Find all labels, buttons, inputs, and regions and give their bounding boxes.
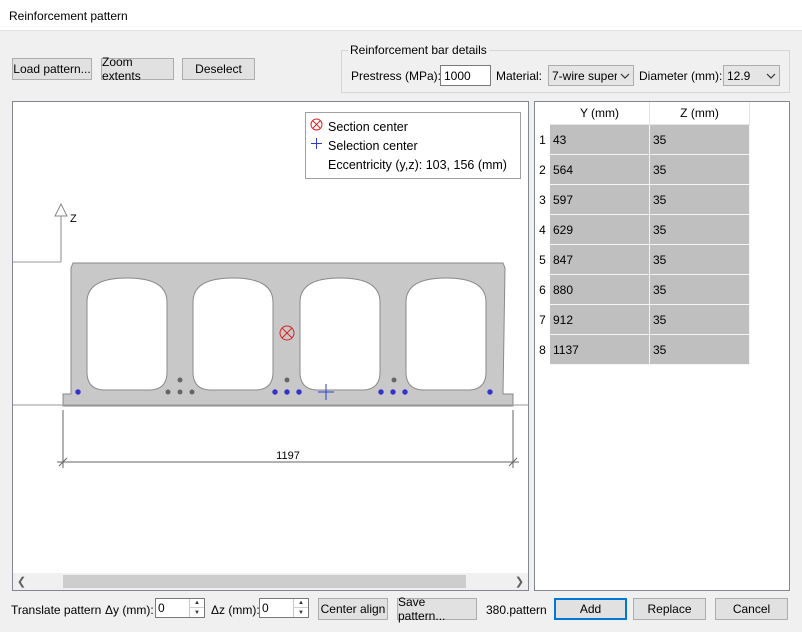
dz-spinner[interactable]: 0 ▲ ▼ bbox=[259, 598, 309, 618]
coordinates-grid[interactable]: Y (mm) Z (mm) 1 43 35 2 564 35 3 597 35 … bbox=[534, 101, 790, 591]
prestress-input[interactable] bbox=[440, 65, 491, 86]
legend-selection-center-label: Selection center bbox=[328, 139, 418, 153]
bar-8 bbox=[487, 389, 493, 395]
column-header-y[interactable]: Y (mm) bbox=[550, 102, 650, 125]
bar-2 bbox=[272, 389, 278, 395]
bar-6 bbox=[390, 389, 396, 395]
row-header[interactable]: 8 bbox=[535, 335, 550, 365]
spin-down-icon[interactable]: ▼ bbox=[190, 608, 204, 617]
diameter-label: Diameter (mm): bbox=[639, 69, 723, 83]
table-cell-z[interactable]: 35 bbox=[650, 215, 750, 245]
save-pattern-button[interactable]: Save pattern... bbox=[397, 595, 477, 623]
row-header[interactable]: 7 bbox=[535, 305, 550, 335]
table-cell-y[interactable]: 880 bbox=[550, 275, 650, 305]
table-cell-y[interactable]: 564 bbox=[550, 155, 650, 185]
spin-up-icon[interactable]: ▲ bbox=[294, 599, 308, 608]
pattern-filename: 380.pattern bbox=[486, 603, 547, 617]
table-cell-z[interactable]: 35 bbox=[650, 245, 750, 275]
section-canvas[interactable]: Z 1197 Section center Selection center E… bbox=[12, 101, 529, 591]
void-4 bbox=[405, 277, 487, 391]
dimension-label: 1197 bbox=[276, 450, 300, 462]
table-cell-z[interactable]: 35 bbox=[650, 125, 750, 155]
bar-7 bbox=[402, 389, 408, 395]
row-header[interactable]: 5 bbox=[535, 245, 550, 275]
window-title: Reinforcement pattern bbox=[9, 9, 128, 23]
prestress-label: Prestress (MPa): bbox=[351, 69, 442, 83]
table-cell-z[interactable]: 35 bbox=[650, 155, 750, 185]
diameter-value: 12.9 bbox=[727, 68, 751, 83]
bar-4 bbox=[296, 389, 302, 395]
dy-label: Δy (mm): bbox=[105, 603, 154, 617]
cancel-button[interactable]: Cancel bbox=[715, 598, 788, 620]
row-header[interactable]: 3 bbox=[535, 185, 550, 215]
center-align-button[interactable]: Center align bbox=[318, 598, 388, 620]
legend-eccentricity: Eccentricity (y,z): 103, 156 (mm) bbox=[328, 158, 507, 172]
table-cell-y[interactable]: 43 bbox=[550, 125, 650, 155]
dy-spinner[interactable]: 0 ▲ ▼ bbox=[155, 598, 205, 618]
replace-button[interactable]: Replace bbox=[633, 598, 706, 620]
load-pattern-button[interactable]: Load pattern... bbox=[12, 58, 92, 80]
bar-5 bbox=[378, 389, 384, 395]
z-axis-label: Z bbox=[70, 213, 77, 225]
legend: Section center Selection center Eccentri… bbox=[305, 112, 521, 179]
deselect-button[interactable]: Deselect bbox=[182, 58, 255, 80]
material-value: 7-wire super bbox=[552, 68, 617, 83]
row-header[interactable]: 2 bbox=[535, 155, 550, 185]
table-cell-y[interactable]: 597 bbox=[550, 185, 650, 215]
translate-pattern-label: Translate pattern bbox=[11, 603, 102, 617]
spin-down-icon[interactable]: ▼ bbox=[294, 608, 308, 617]
section-center-icon bbox=[310, 118, 324, 134]
scroll-thumb[interactable] bbox=[63, 575, 466, 588]
void-3 bbox=[299, 277, 381, 391]
table-cell-y[interactable]: 629 bbox=[550, 215, 650, 245]
row-header[interactable]: 1 bbox=[535, 125, 550, 155]
row-header[interactable]: 4 bbox=[535, 215, 550, 245]
material-label: Material: bbox=[496, 69, 543, 83]
table-cell-y[interactable]: 1137 bbox=[550, 335, 650, 365]
zoom-extents-button[interactable]: Zoom extents bbox=[101, 55, 174, 83]
table-cell-z[interactable]: 35 bbox=[650, 185, 750, 215]
table-cell-z[interactable]: 35 bbox=[650, 305, 750, 335]
dz-label: Δz (mm): bbox=[211, 603, 260, 617]
table-cell-z[interactable]: 35 bbox=[650, 275, 750, 305]
void-1 bbox=[86, 277, 168, 391]
bar-3 bbox=[284, 389, 290, 395]
dy-spinner-buttons[interactable]: ▲ ▼ bbox=[189, 599, 204, 617]
legend-section-center-label: Section center bbox=[328, 120, 408, 134]
z-axis-indicator bbox=[54, 202, 68, 262]
table-cell-y[interactable]: 912 bbox=[550, 305, 650, 335]
chevron-down-icon bbox=[617, 66, 633, 85]
row-header[interactable]: 6 bbox=[535, 275, 550, 305]
material-select[interactable]: 7-wire super bbox=[548, 65, 634, 86]
dz-value: 0 bbox=[262, 601, 269, 615]
scroll-right-icon[interactable]: ❯ bbox=[511, 573, 528, 590]
bar-details-title: Reinforcement bar details bbox=[350, 43, 487, 57]
legend-selection-center: Selection center bbox=[310, 137, 418, 155]
add-button[interactable]: Add bbox=[554, 598, 627, 620]
title-bar: Reinforcement pattern bbox=[0, 0, 802, 31]
void-2 bbox=[192, 277, 274, 391]
column-header-z[interactable]: Z (mm) bbox=[650, 102, 750, 125]
scroll-left-icon[interactable]: ❮ bbox=[13, 573, 30, 590]
table-cell-z[interactable]: 35 bbox=[650, 335, 750, 365]
dz-spinner-buttons[interactable]: ▲ ▼ bbox=[293, 599, 308, 617]
spin-up-icon[interactable]: ▲ bbox=[190, 599, 204, 608]
dy-value: 0 bbox=[158, 601, 165, 615]
table-cell-y[interactable]: 847 bbox=[550, 245, 650, 275]
chevron-down-icon bbox=[763, 66, 779, 85]
bar-1 bbox=[75, 389, 81, 395]
diameter-select[interactable]: 12.9 bbox=[723, 65, 780, 86]
horizontal-scrollbar[interactable]: ❮ ❯ bbox=[13, 573, 528, 590]
plus-icon bbox=[310, 138, 324, 153]
legend-section-center: Section center bbox=[310, 118, 408, 136]
